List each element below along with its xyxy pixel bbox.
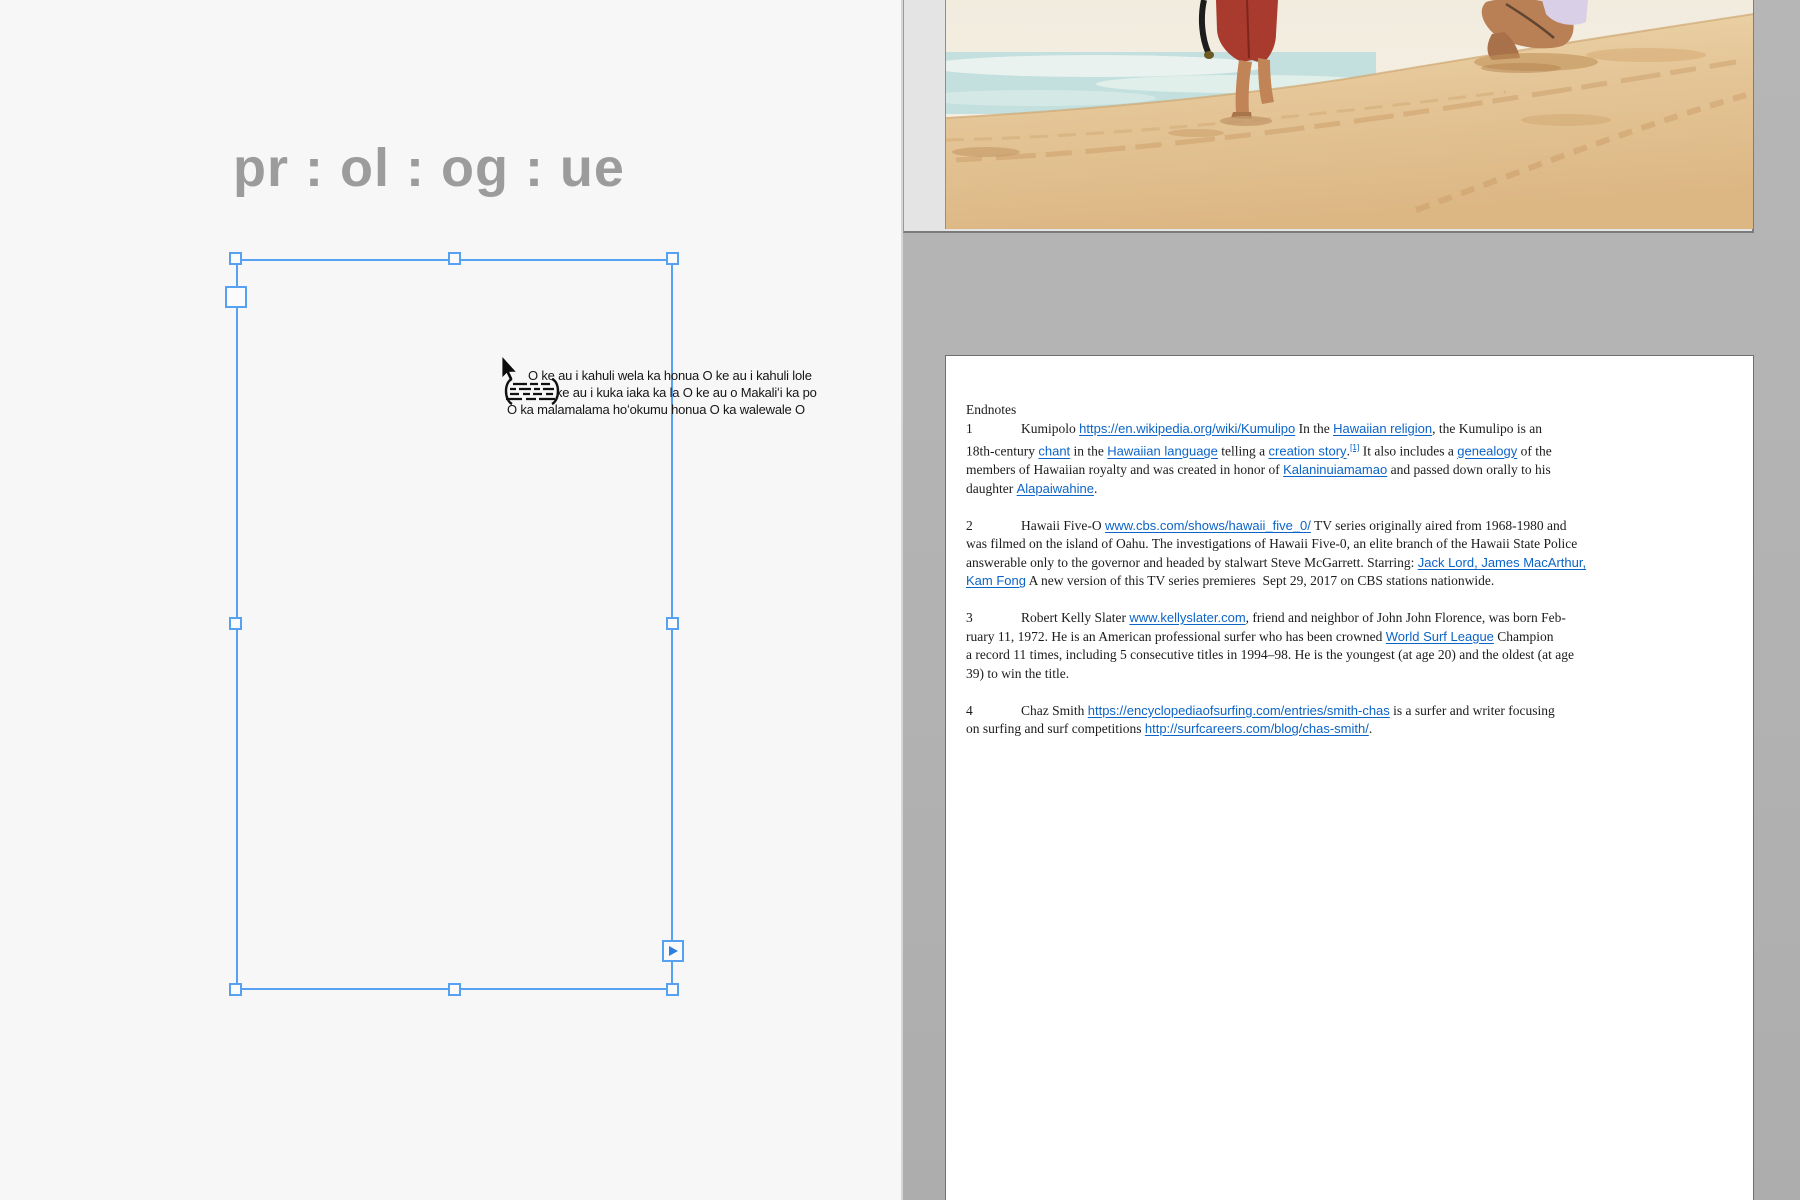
endnote-text: In the [1295,421,1333,436]
frame-handle-top-center[interactable] [448,252,461,265]
endnote-hyperlink[interactable]: Alapaiwahine [1017,481,1094,496]
endnote-footnote-marker: [1] [1350,442,1359,452]
beach-photo[interactable] [945,0,1753,229]
endnote-text: is a surfer and writer focusing [1390,703,1555,718]
endnote[interactable]: 4Chaz Smith https://encyclopediaofsurfin… [966,702,1744,739]
endnote-text: on surfing and surf competitions [966,721,1145,736]
layout-app-canvas: pr : ol : og : ue O ke au i kahuli wela … [0,0,1800,1200]
prologue-title[interactable]: pr : ol : og : ue [233,136,625,200]
endnote-line: 2Hawaii Five-O www.cbs.com/shows/hawaii_… [966,517,1744,536]
endnote-text: , the Kumulipo is an [1432,421,1542,436]
endnote-text: ruary 11, 1972. He is an American profes… [966,629,1386,644]
endnotes-text-frame[interactable]: Endnotes 1Kumipolo https://en.wikipedia.… [966,401,1744,757]
frame-handle-bottom-right[interactable] [666,983,679,996]
endnote-text: 39) to win the title. [966,666,1069,681]
endnote-text: telling a [1218,444,1269,459]
endnote-text: a record 11 times, including 5 consecuti… [966,647,1574,662]
endnote-text: . [1094,481,1097,496]
beach-photo-image [946,0,1753,229]
endnote-line: Kam Fong A new version of this TV series… [966,572,1744,591]
endnote-text: members of Hawaiian royalty and was crea… [966,462,1283,477]
endnote-hyperlink[interactable]: Hawaiian religion [1333,421,1432,436]
out-port-triangle-icon [669,946,678,956]
endnote-line: ruary 11, 1972. He is an American profes… [966,628,1744,647]
endnote-hyperlink[interactable]: genealogy [1457,444,1517,459]
text-frame-in-port[interactable] [225,286,247,308]
endnote-text: . [1369,721,1372,736]
endnote-line: 3Robert Kelly Slater www.kellyslater.com… [966,609,1744,628]
endnote-hyperlink[interactable]: World Surf League [1386,629,1494,644]
endnote[interactable]: 3Robert Kelly Slater www.kellyslater.com… [966,609,1744,683]
endnote[interactable]: 1Kumipolo https://en.wikipedia.org/wiki/… [966,420,1744,499]
endnote-hyperlink[interactable]: www.kellyslater.com [1129,610,1245,625]
endnote-text: was filmed on the island of Oahu. The in… [966,536,1577,551]
endnote-line: answerable only to the governor and head… [966,554,1744,573]
endnote-text: Robert Kelly Slater [1021,610,1129,625]
frame-handle-bottom-left[interactable] [229,983,242,996]
frame-handle-bottom-center[interactable] [448,983,461,996]
endnote-text: Hawaii Five-O [1021,518,1105,533]
endnote-text: of the [1517,444,1552,459]
endnote-text: in the [1070,444,1107,459]
frame-handle-middle-right[interactable] [666,617,679,630]
endnote-hyperlink[interactable]: www.cbs.com/shows/hawaii_five_0/ [1105,518,1311,533]
endnote-text: TV series originally aired from 1968-198… [1311,518,1567,533]
endnote-text: A new version of this TV series premiere… [1026,573,1494,588]
endnote-line: on surfing and surf competitions http://… [966,720,1744,739]
endnote-line: 1Kumipolo https://en.wikipedia.org/wiki/… [966,420,1744,439]
endnote-line: 18th-century chant in the Hawaiian langu… [966,438,1744,461]
photo-page[interactable] [903,0,1754,233]
endnote-text: , friend and neighbor of John John Flore… [1246,610,1566,625]
endnotes-page[interactable]: Endnotes 1Kumipolo https://en.wikipedia.… [945,355,1754,1200]
endnote-text: It also includes a [1359,444,1457,459]
endnote-text: answerable only to the governor and head… [966,555,1418,570]
endnote-number: 2 [966,517,1021,536]
endnote-hyperlink[interactable]: Jack Lord, James MacArthur, [1418,555,1586,570]
endnote-line: daughter Alapaiwahine. [966,480,1744,499]
endnote-number: 1 [966,420,1021,439]
endnote-text: 18th-century [966,444,1038,459]
endnote-number: 4 [966,702,1021,721]
chant-text-line[interactable]: ke au i kuka iaka ka la O ke au o Makali… [556,384,817,401]
endnote-line: a record 11 times, including 5 consecuti… [966,646,1744,665]
endnote-number: 3 [966,609,1021,628]
endnote-line: was filmed on the island of Oahu. The in… [966,535,1744,554]
endnote-text: Kumipolo [1021,421,1079,436]
frame-handle-top-left[interactable] [229,252,242,265]
endnote-text: Champion [1494,629,1554,644]
endnote-hyperlink[interactable]: Kam Fong [966,573,1026,588]
endnote-hyperlink[interactable]: Hawaiian language [1107,444,1218,459]
loaded-text-cursor-icon [500,377,564,407]
endnote-hyperlink[interactable]: creation story [1269,444,1347,459]
endnote-hyperlink[interactable]: http://surfcareers.com/blog/chas-smith/ [1145,721,1369,736]
endnote-hyperlink[interactable]: https://en.wikipedia.org/wiki/Kumulipo [1079,421,1295,436]
text-frame-out-port[interactable] [662,940,684,962]
frame-handle-top-right[interactable] [666,252,679,265]
endnote-text: and passed down orally to his [1387,462,1550,477]
left-page[interactable]: pr : ol : og : ue O ke au i kahuli wela … [0,0,903,1200]
endnote-line: 4Chaz Smith https://encyclopediaofsurfin… [966,702,1744,721]
endnote-line: members of Hawaiian royalty and was crea… [966,461,1744,480]
endnote-hyperlink[interactable]: https://encyclopediaofsurfing.com/entrie… [1088,703,1390,718]
endnote-text: Chaz Smith [1021,703,1088,718]
frame-handle-middle-left[interactable] [229,617,242,630]
endnotes-heading: Endnotes [966,401,1744,420]
endnote-line: 39) to win the title. [966,665,1744,684]
endnote-text: daughter [966,481,1017,496]
endnote-hyperlink[interactable]: Kalaninuiamamao [1283,462,1387,477]
endnotes-list: 1Kumipolo https://en.wikipedia.org/wiki/… [966,420,1744,739]
endnote[interactable]: 2Hawaii Five-O www.cbs.com/shows/hawaii_… [966,517,1744,591]
endnote-hyperlink[interactable]: chant [1038,444,1070,459]
chant-text-line[interactable]: O ke au i kahuli wela ka honua O ke au i… [528,367,812,384]
